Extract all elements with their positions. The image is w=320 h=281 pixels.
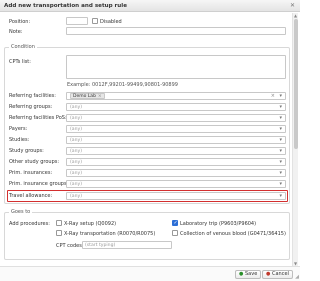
dialog-titlebar: Add new transportation and setup rule ✕ — [0, 0, 300, 12]
procedure-label: X-Ray setup (Q0092) — [64, 221, 117, 227]
studies-label: Studies: — [9, 137, 30, 143]
chevron-down-icon[interactable]: ▾ — [279, 159, 282, 165]
remove-tag-icon[interactable]: × — [98, 94, 102, 99]
referring-facilities-label: Referring facilities: — [9, 93, 56, 99]
close-icon[interactable]: ✕ — [289, 2, 296, 9]
select-value: (any) — [70, 182, 83, 187]
travel-allowance-select[interactable]: (any) ▾ — [66, 192, 286, 200]
chevron-down-icon[interactable]: ▾ — [279, 181, 282, 187]
tag-label: Demo Lab — [73, 94, 96, 99]
cpt-codes-placeholder: (start typing) — [85, 243, 116, 248]
position-label: Position: — [9, 19, 31, 25]
cpts-list-textarea[interactable] — [66, 55, 286, 79]
save-icon: ● — [239, 271, 244, 277]
referring-facilities-pos-select[interactable]: (any) ▾ — [66, 114, 286, 122]
cancel-button-label: Cancel — [272, 271, 289, 277]
procedure-checkbox-xray-transportation[interactable] — [56, 230, 62, 236]
chevron-down-icon[interactable]: ▾ — [279, 93, 282, 99]
prim-insurance-groups-select[interactable]: (any) ▾ — [66, 180, 286, 188]
save-button-label: Save — [245, 271, 258, 277]
chevron-down-icon[interactable]: ▾ — [279, 115, 282, 121]
procedure-checkbox-xray-setup[interactable] — [56, 220, 62, 226]
save-button[interactable]: ● Save — [235, 270, 262, 279]
study-groups-label: Study groups: — [9, 148, 44, 154]
cpt-codes-input[interactable]: (start typing) — [82, 241, 172, 249]
referring-groups-select[interactable]: (any) ▾ — [66, 103, 286, 111]
studies-select[interactable]: (any) ▾ — [66, 136, 286, 144]
select-value: (any) — [70, 149, 83, 154]
note-label: Note: — [9, 29, 23, 35]
procedure-label: Collection of venous blood (G0471/36415) — [180, 231, 286, 237]
cpts-list-label: CPTs list: — [9, 59, 31, 65]
chevron-down-icon[interactable]: ▾ — [279, 104, 282, 110]
select-value: (any) — [70, 127, 83, 132]
select-value: (any) — [70, 160, 83, 165]
chevron-down-icon[interactable]: ▾ — [279, 126, 282, 132]
select-value: (any) — [70, 171, 83, 176]
procedure-label: Laboratory trip (P9603/P9604) — [180, 221, 257, 227]
cpt-codes-label: CPT codes: — [56, 243, 84, 249]
cancel-icon: ● — [266, 271, 271, 277]
select-value: (any) — [70, 138, 83, 143]
disabled-checkbox[interactable] — [92, 18, 98, 24]
chevron-down-icon[interactable]: ▾ — [279, 148, 282, 154]
chevron-down-icon[interactable]: ▾ — [279, 137, 282, 143]
dialog-footer: ● Save ● Cancel ◢ — [0, 266, 300, 281]
note-input[interactable] — [66, 27, 286, 35]
clear-selection-icon[interactable]: × — [271, 93, 275, 99]
other-study-groups-label: Other study groups: — [9, 159, 60, 165]
other-study-groups-select[interactable]: (any) ▾ — [66, 158, 286, 166]
payers-select[interactable]: (any) ▾ — [66, 125, 286, 133]
payers-label: Payers: — [9, 126, 28, 132]
scrollbar-thumb[interactable] — [294, 19, 298, 149]
cancel-button[interactable]: ● Cancel — [262, 270, 293, 279]
chevron-down-icon[interactable]: ▾ — [279, 170, 282, 176]
select-value: (any) — [70, 116, 83, 121]
chevron-down-icon[interactable]: ▾ — [279, 193, 282, 199]
cpts-example-text: Example: 0012F,99201-99499,90801-90899 — [67, 82, 178, 88]
procedure-label: X-Ray transportation (R0070/R0075) — [64, 231, 156, 237]
goes-to-title: Goes to — [9, 209, 33, 215]
study-groups-select[interactable]: (any) ▾ — [66, 147, 286, 155]
referring-facilities-select[interactable]: Demo Lab × × ▾ — [66, 92, 286, 100]
prim-insurance-groups-label: Prim. insurance groups: — [9, 181, 69, 187]
disabled-label: Disabled — [100, 19, 122, 25]
procedure-checkbox-laboratory-trip[interactable] — [172, 220, 178, 226]
travel-allowance-label: Travel allowance: — [9, 193, 53, 199]
condition-title: Condition — [9, 44, 37, 50]
vertical-scrollbar[interactable]: ▲ ▼ — [292, 13, 298, 266]
prim-insurances-select[interactable]: (any) ▾ — [66, 169, 286, 177]
procedure-checkbox-venous-blood[interactable] — [172, 230, 178, 236]
prim-insurances-label: Prim. insurances: — [9, 170, 53, 176]
referring-groups-label: Referring groups: — [9, 104, 53, 110]
select-value: (any) — [70, 194, 83, 199]
position-input[interactable] — [66, 17, 88, 25]
selected-tag: Demo Lab × — [70, 93, 105, 99]
resize-grip-icon[interactable]: ◢ — [295, 274, 299, 280]
add-procedures-label: Add procedures: — [9, 221, 50, 227]
dialog-title: Add new transportation and setup rule — [4, 3, 128, 9]
referring-facilities-pos-label: Referring facilities PoS: — [9, 115, 67, 121]
scroll-up-icon[interactable]: ▲ — [294, 13, 297, 18]
select-value: (any) — [70, 105, 83, 110]
